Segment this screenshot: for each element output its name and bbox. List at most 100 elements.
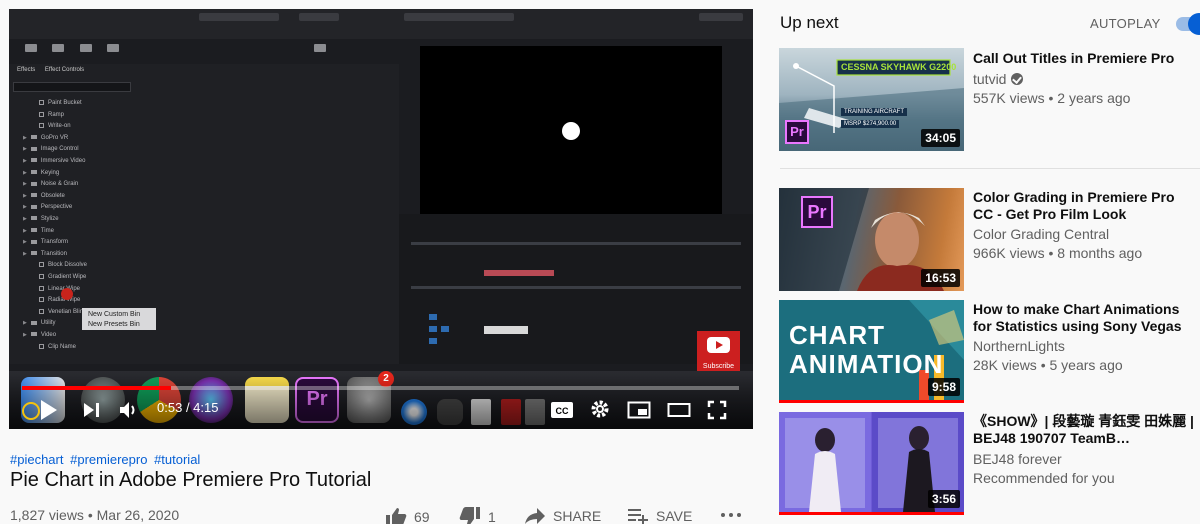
effects-panel: Effects Effect Controls xyxy=(9,64,399,364)
effects-item: Radial Wipe xyxy=(39,297,80,303)
effects-item: Linear Wipe xyxy=(39,285,80,292)
video-thumbnail[interactable]: 3:56 xyxy=(779,412,964,515)
thumbs-up-icon xyxy=(386,508,407,524)
effects-label: Block Dissolve xyxy=(48,262,88,269)
duration-badge: 9:58 xyxy=(927,378,960,396)
effects-search-field xyxy=(13,82,131,92)
effects-label: Transition xyxy=(40,250,67,257)
hashtag-link[interactable]: #premierepro xyxy=(70,452,147,467)
youtube-watch-page: Effects Effect Controls Paint Bucket Ramp… xyxy=(0,0,1200,524)
view-count: 1,827 views xyxy=(10,507,84,523)
channel-name[interactable]: BEJ48 forever xyxy=(973,450,1062,469)
effects-folder: ▶ Transform xyxy=(23,239,68,246)
video-title[interactable]: How to make Chart Animations for Statist… xyxy=(973,301,1198,335)
channel-name[interactable]: Color Grading Central xyxy=(973,225,1109,244)
context-menu-item: New Presets Bin xyxy=(88,321,140,328)
video-stats: 557K views • 2 years ago xyxy=(973,90,1131,106)
meta-separator: • xyxy=(87,507,97,523)
video-title[interactable]: Call Out Titles in Premiere Pro xyxy=(973,50,1198,67)
gear-icon xyxy=(591,400,609,418)
subscribe-watermark[interactable]: Subscribe xyxy=(697,331,740,374)
video-title[interactable]: 《SHOW》| 段藝璇 青鈺雯 田姝麗 | BEJ48 190707 TeamB… xyxy=(973,413,1198,447)
context-menu: New Custom Bin New Presets Bin xyxy=(82,308,156,330)
watched-progress-bar xyxy=(779,512,964,515)
verified-badge-icon xyxy=(1011,73,1024,85)
effects-label: Clip Name xyxy=(48,343,77,350)
up-next-video-card[interactable]: 3:56 《SHOW》| 段藝璇 青鈺雯 田姝麗 | BEJ48 190707 … xyxy=(779,412,1200,515)
video-thumbnail[interactable]: CHART ANIMATION 9:58 xyxy=(779,300,964,403)
effects-label: Utility xyxy=(40,320,56,327)
effects-label: Time xyxy=(40,227,54,234)
time-display: 0:53 / 4:15 xyxy=(157,400,218,415)
up-next-video-card[interactable]: CHART ANIMATION 9:58 How to make Chart A… xyxy=(779,300,1200,403)
share-button[interactable]: SHARE xyxy=(524,507,601,524)
effects-folder: ▶ Perspective xyxy=(23,204,73,211)
settings-button[interactable] xyxy=(590,399,610,419)
editor-top-bar xyxy=(9,9,753,39)
play-button[interactable] xyxy=(39,399,59,421)
channel-name-text: tutvid xyxy=(973,71,1007,87)
fullscreen-icon xyxy=(707,400,727,420)
thumbnail-caption: TRAINING AIRCRAFT xyxy=(841,108,908,116)
theater-mode-button[interactable] xyxy=(667,402,691,418)
effects-item: Gradient Wipe xyxy=(39,274,86,280)
effects-folder: ▶ Stylize xyxy=(23,216,59,222)
video-title: Pie Chart in Adobe Premiere Pro Tutorial xyxy=(10,469,372,491)
effects-folder: ▶ GoPro VR xyxy=(23,134,69,141)
premiere-pro-badge: Pr xyxy=(785,120,809,144)
channel-name[interactable]: NorthernLights xyxy=(973,337,1065,356)
video-title[interactable]: Color Grading in Premiere Pro CC - Get P… xyxy=(973,189,1198,223)
video-thumbnail[interactable]: Pr 16:53 xyxy=(779,188,964,291)
cc-icon: CC xyxy=(551,402,573,418)
video-thumbnail[interactable]: CESSNA SKYHAWK G2200 TRAINING AIRCRAFT M… xyxy=(779,48,964,151)
youtube-play-icon xyxy=(707,337,730,353)
effects-item: Write-on xyxy=(39,123,71,129)
captions-button[interactable]: CC xyxy=(550,401,574,419)
hashtag-link[interactable]: #piechart xyxy=(10,452,63,467)
share-icon xyxy=(525,508,545,524)
progress-bar[interactable] xyxy=(22,386,739,390)
replay-icon xyxy=(21,401,41,421)
effects-label: Ramp xyxy=(48,111,65,118)
more-actions-button[interactable] xyxy=(720,511,749,519)
effects-label: Noise & Grain xyxy=(40,181,79,188)
hashtag-link[interactable]: #tutorial xyxy=(154,452,200,467)
save-button[interactable]: SAVE xyxy=(627,507,692,524)
up-next-heading: Up next xyxy=(780,13,839,32)
skip-next-icon xyxy=(84,403,99,417)
playlist-add-icon xyxy=(628,509,648,524)
effects-label: Perspective xyxy=(40,204,73,211)
effects-folder: ▶ Transition xyxy=(23,250,67,257)
next-button[interactable] xyxy=(83,402,101,418)
video-player[interactable]: Effects Effect Controls Paint Bucket Ramp… xyxy=(9,9,753,429)
effects-folder: ▶ Keying xyxy=(23,169,60,176)
miniplayer-button[interactable] xyxy=(627,401,651,419)
effects-item: Clip Name xyxy=(39,343,77,350)
up-next-video-card[interactable]: Pr 16:53 Color Grading in Premiere Pro C… xyxy=(779,188,1200,291)
duration-badge: 34:05 xyxy=(921,129,960,147)
effects-label: Paint Bucket xyxy=(48,100,82,107)
effects-label: Video xyxy=(40,332,57,338)
save-label: SAVE xyxy=(656,508,693,524)
more-horizontal-icon xyxy=(721,513,741,517)
duration-badge: 16:53 xyxy=(921,269,960,287)
effects-label: Gradient Wipe xyxy=(48,274,87,281)
volume-icon xyxy=(120,402,135,418)
subscribe-watermark-label: Subscribe xyxy=(702,363,735,370)
up-next-video-card[interactable]: CESSNA SKYHAWK G2200 TRAINING AIRCRAFT M… xyxy=(779,48,1200,158)
thumbnail-caption: MSRP $274,900.00 xyxy=(841,120,900,128)
channel-name[interactable]: tutvid xyxy=(973,70,1024,89)
effects-folder: ▶ Noise & Grain xyxy=(23,181,79,188)
mute-button[interactable] xyxy=(119,401,139,419)
effects-label: Write-on xyxy=(48,123,71,130)
effects-folder: ▶ Image Control xyxy=(23,146,79,153)
context-menu-item: New Custom Bin xyxy=(88,311,141,318)
autoplay-toggle[interactable] xyxy=(1172,12,1200,35)
fullscreen-button[interactable] xyxy=(707,400,727,420)
current-time: 0:53 xyxy=(157,400,183,415)
like-button[interactable]: 69 xyxy=(385,507,430,524)
video-stats: 28K views • 5 years ago xyxy=(973,357,1123,373)
play-icon xyxy=(41,400,57,420)
effects-folder: ▶ Immersive Video xyxy=(23,158,86,164)
dislike-button[interactable]: 1 xyxy=(459,507,496,524)
